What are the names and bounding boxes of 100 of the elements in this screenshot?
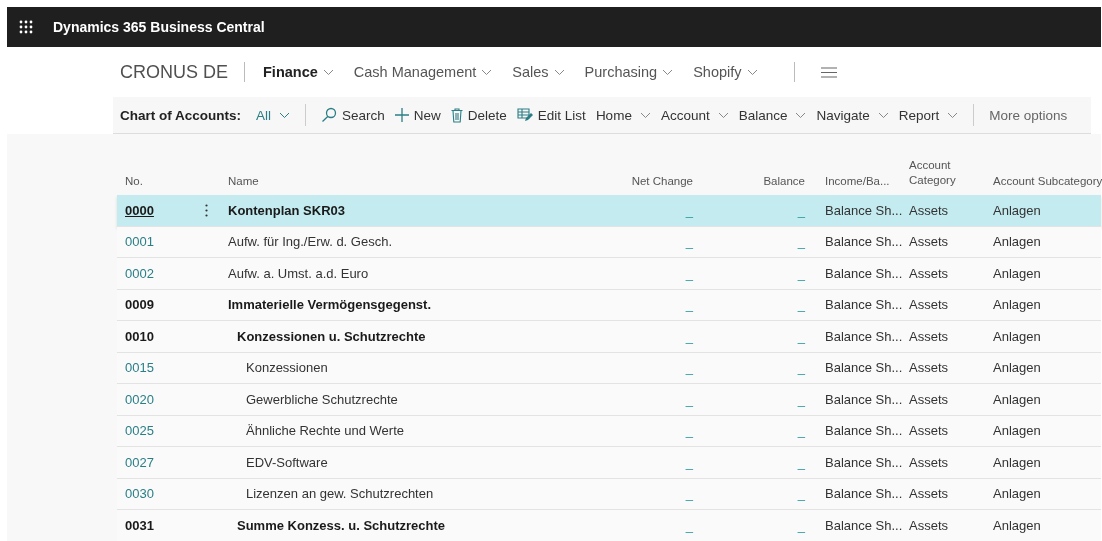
table-cell: Kontenplan SKR03 (228, 202, 345, 218)
menu-icon[interactable] (820, 66, 837, 78)
toolbar-button[interactable]: Edit List (511, 101, 591, 129)
table-cell: Anlagen (993, 234, 1041, 250)
table-cell-text: Balance Sh... (824, 423, 904, 439)
table-cell: Immaterielle Vermögensgegenst. (228, 297, 432, 313)
table-cell: Anlagen (993, 360, 1041, 376)
column-header[interactable]: Net Change (583, 175, 693, 187)
table-cell-text: Balance Sh... (824, 234, 904, 250)
account-number-link[interactable]: 0001 (117, 234, 205, 250)
table-cell-text: Assets (909, 517, 949, 533)
chevron-down-icon (553, 68, 565, 76)
chevron-down-icon (795, 111, 807, 119)
table-cell: Anlagen (993, 454, 1041, 470)
filter-dropdown[interactable]: All (251, 101, 295, 129)
nav-menu[interactable]: Purchasing (584, 64, 674, 80)
table-cell-text: Balance Sh... (824, 297, 904, 313)
table-cell: Anlagen (993, 265, 1041, 281)
search-icon (321, 107, 337, 123)
nav-menu[interactable]: Cash Management (353, 64, 493, 80)
table-cell-text: Assets (909, 234, 949, 250)
toolbar-button[interactable]: Home (590, 101, 656, 129)
table-cell-text: Assets (909, 454, 949, 470)
account-number-link[interactable]: 0010 (117, 328, 205, 344)
account-number-link[interactable]: 0030 (117, 486, 205, 502)
more-options-button[interactable]: More options (984, 101, 1073, 129)
table-cell-text: Assets (909, 265, 949, 281)
table-cell-text: Balance Sh... (824, 202, 904, 218)
table-cell-text: Balance Sh... (824, 360, 904, 376)
column-header[interactable]: Account Subcategory (993, 175, 1102, 187)
company-name[interactable]: CRONUS DE (120, 61, 228, 83)
table-cell: Anlagen (993, 202, 1041, 218)
chevron-down-icon (481, 68, 493, 76)
table-cell: Anlagen (993, 328, 1041, 344)
table-cell: Aufw. für Ing./Erw. d. Gesch. (228, 234, 393, 250)
table-cell: Konzessionen u. Schutzrechte (237, 328, 426, 344)
app-title: Dynamics 365 Business Central (53, 19, 265, 35)
nav-menu[interactable]: Shopify (693, 64, 758, 80)
column-header[interactable]: Income/Ba... (805, 175, 909, 187)
plus-icon (394, 108, 409, 122)
table-cell-text: Balance Sh... (824, 328, 904, 344)
nav-menu[interactable]: Finance (263, 64, 334, 80)
table-cell: Anlagen (993, 391, 1041, 407)
row-actions-icon[interactable] (205, 203, 208, 217)
account-number-link[interactable]: 0025 (117, 423, 205, 439)
table-cell-text: Balance Sh... (824, 454, 904, 470)
table-cell-text: Assets (909, 486, 949, 502)
table-cell: EDV-Software (246, 454, 328, 470)
chevron-down-icon (279, 111, 290, 119)
table-cell: Aufw. a. Umst. a.d. Euro (228, 265, 369, 281)
toolbar-button[interactable]: Account (655, 101, 734, 129)
table-cell: Lizenzen an gew. Schutzrechten (246, 486, 434, 502)
account-number-link[interactable]: 0002 (117, 265, 205, 281)
column-header[interactable]: Name (228, 175, 583, 187)
toolbar-button[interactable]: Report (893, 101, 964, 129)
account-number-link[interactable]: 0000 (117, 202, 205, 218)
toolbar-button[interactable]: Search (316, 101, 390, 129)
toolbar-button[interactable]: New (389, 101, 446, 129)
chevron-down-icon (717, 111, 729, 119)
chevron-down-icon (639, 111, 651, 119)
table-row[interactable]: 0000 Kontenplan SKR03 _ _ Balance Sh... Assets Anlagen (117, 195, 1101, 227)
column-header[interactable]: No. (117, 175, 205, 187)
chevron-down-icon (662, 68, 674, 76)
table-cell: Anlagen (993, 423, 1041, 439)
chevron-down-icon (877, 111, 889, 119)
page-title: Chart of Accounts: (120, 107, 241, 123)
table-cell-text: Balance Sh... (824, 265, 904, 281)
table-cell-text: Assets (909, 360, 949, 376)
table-cell-text: Balance Sh... (824, 517, 904, 533)
table-edit-icon (516, 108, 533, 122)
column-header[interactable]: Account Category (909, 158, 979, 187)
table-cell: Konzessionen (246, 360, 328, 376)
table-cell-text: Assets (909, 297, 949, 313)
table-cell-text: Assets (909, 328, 949, 344)
table-cell: Summe Konzess. u. Schutzrechte (237, 517, 446, 533)
table-cell: Anlagen (993, 517, 1041, 533)
table-cell: Anlagen (993, 297, 1041, 313)
account-number-link[interactable]: 0027 (117, 454, 205, 470)
table-cell-text: Balance Sh... (824, 486, 904, 502)
account-number-link[interactable]: 0031 (117, 517, 205, 533)
trash-icon (450, 107, 463, 123)
toolbar-button[interactable]: Balance (733, 101, 812, 129)
account-number-link[interactable]: 0020 (117, 391, 205, 407)
chevron-down-icon (322, 68, 334, 76)
table-cell: Gewerbliche Schutzrechte (246, 391, 398, 407)
app-launcher-icon[interactable] (19, 20, 33, 34)
toolbar-button[interactable]: Navigate (811, 101, 894, 129)
account-number-link[interactable]: 0015 (117, 360, 205, 376)
table-cell-text: Assets (909, 391, 949, 407)
account-number-link[interactable]: 0009 (117, 297, 205, 313)
chevron-down-icon (947, 111, 959, 119)
table-cell: Ähnliche Rechte und Werte (246, 423, 405, 439)
table-cell-text: Balance Sh... (824, 391, 904, 407)
column-header[interactable]: Balance (693, 175, 805, 187)
table-cell-text: Assets (909, 423, 949, 439)
toolbar-button[interactable]: Delete (445, 101, 512, 129)
chevron-down-icon (746, 68, 758, 76)
nav-menu[interactable]: Sales (512, 64, 565, 80)
table-cell: Anlagen (993, 486, 1041, 502)
table-cell-text: Assets (909, 202, 949, 218)
